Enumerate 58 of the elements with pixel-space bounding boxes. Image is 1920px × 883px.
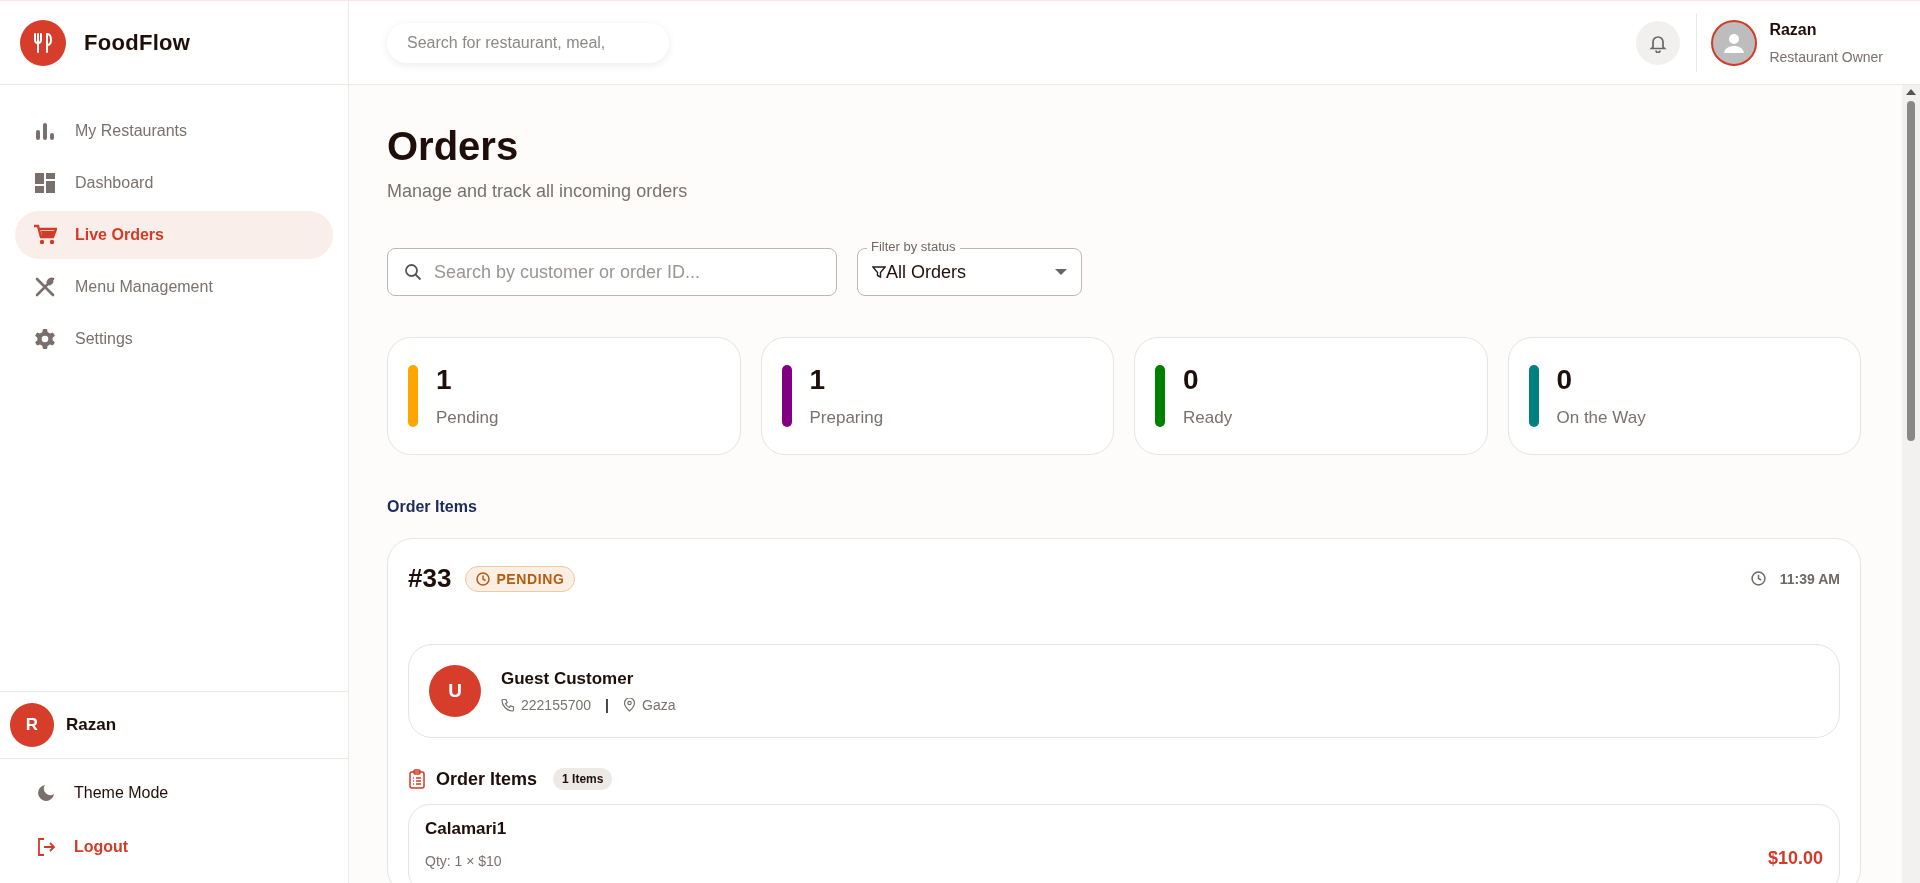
items-title: Order Items	[436, 768, 538, 790]
search-icon	[404, 263, 422, 281]
customer-phone: 222155700	[521, 697, 592, 713]
search-field[interactable]: Search by customer or order ID...	[387, 248, 837, 296]
stat-count: 0	[1183, 364, 1200, 396]
clipboard-icon	[408, 769, 426, 789]
caret-icon	[1055, 268, 1067, 276]
theme-toggle[interactable]: Theme Mode	[0, 779, 348, 807]
page-subtitle: Manage and track all incoming orders	[387, 181, 689, 202]
order-time: 11:39 AM	[1779, 570, 1840, 587]
stat-label: On the Way	[1556, 408, 1646, 428]
nav-item[interactable]: Live Orders	[15, 211, 333, 259]
dashboard-icon	[33, 172, 57, 194]
stat-label: Pending	[436, 408, 499, 428]
nav-item[interactable]: Menu Management	[15, 263, 333, 311]
clock-icon	[1750, 571, 1766, 586]
scroll-up-icon[interactable]	[1906, 89, 1916, 95]
logout-button[interactable]: Logout	[0, 833, 348, 861]
bars-icon	[33, 120, 57, 142]
order-number: #33	[408, 563, 452, 594]
item-quantity: Qty: 1 × $10	[425, 853, 503, 869]
user-name: Razan	[66, 715, 117, 735]
search-field[interactable]: Search for restaurant, meal,	[387, 22, 669, 63]
stat-count: 0	[1556, 364, 1574, 396]
settings-icon	[33, 328, 57, 350]
page-title: Orders	[387, 123, 519, 169]
item-name: Calamari1	[425, 819, 508, 839]
cart-icon	[33, 224, 57, 246]
phone-icon	[501, 698, 515, 712]
item-price: $10.00	[1767, 847, 1823, 869]
nav-item[interactable]: My Restaurants	[15, 107, 333, 155]
customer-avatar: U	[429, 665, 481, 717]
stat-label: Preparing	[809, 408, 884, 428]
nav-item[interactable]: Settings	[15, 315, 333, 363]
stat-count: 1	[436, 364, 453, 396]
fork-knife-icon	[20, 19, 66, 66]
filter-icon	[872, 265, 886, 279]
items-count-badge: 1 Items	[553, 768, 613, 790]
stat-label: Ready	[1183, 408, 1233, 428]
user-name: Razan	[1769, 20, 1818, 39]
user-avatar: R	[10, 703, 54, 747]
scrollbar-thumb[interactable]	[1907, 101, 1915, 441]
location-pin-icon	[623, 698, 636, 712]
user-role: Restaurant Owner	[1769, 48, 1883, 65]
logout-icon	[36, 837, 56, 857]
filter-value: All Orders	[886, 261, 967, 283]
separator: |	[605, 697, 609, 713]
customer-name: Guest Customer	[501, 669, 635, 689]
fork-spoon-icon	[33, 276, 57, 298]
customer-location: Gaza	[642, 697, 676, 713]
scrollbar[interactable]	[1902, 85, 1920, 883]
status-badge: PENDING	[465, 565, 576, 592]
moon-icon	[36, 784, 56, 802]
filter-label: Filter by status	[867, 240, 960, 254]
app-logo: FoodFlow	[84, 29, 191, 56]
section-title: Order Items	[387, 498, 478, 516]
nav-item[interactable]: Dashboard	[15, 159, 333, 207]
stat-count: 1	[809, 364, 827, 396]
